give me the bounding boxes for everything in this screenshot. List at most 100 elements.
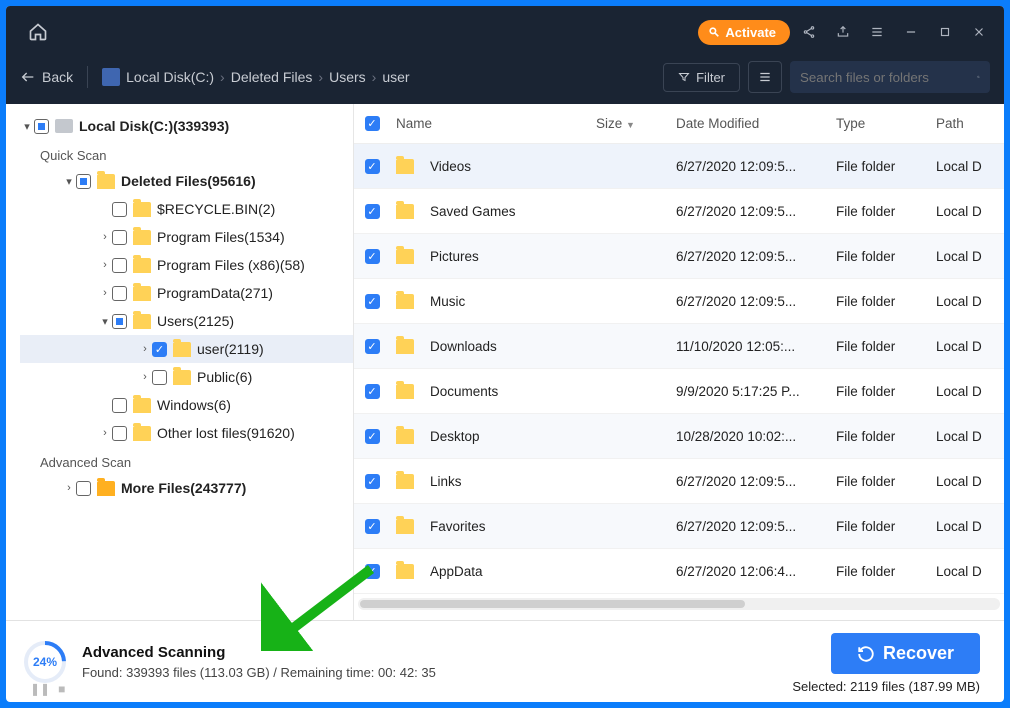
checkbox[interactable]: ✓ (365, 204, 380, 219)
maximize-button[interactable] (930, 17, 960, 47)
file-date: 6/27/2020 12:09:5... (676, 519, 836, 534)
table-row[interactable]: ✓AppData6/27/2020 12:06:4...File folderL… (354, 549, 1004, 594)
tree-deleted-files[interactable]: ▾ Deleted Files(95616) (20, 167, 353, 195)
menu-icon[interactable] (862, 17, 892, 47)
checkbox[interactable]: ✓ (365, 429, 380, 444)
table-row[interactable]: ✓ Documents 9/9/2020 5:17:25 P...File fold… (354, 369, 1004, 414)
checkbox[interactable]: ✓ (365, 564, 380, 579)
checkbox[interactable]: ✓ (152, 342, 167, 357)
checkbox[interactable]: ✓ (365, 474, 380, 489)
table-row[interactable]: ✓Links6/27/2020 12:09:5...File folderLoc… (354, 459, 1004, 504)
table-row[interactable]: ✓Videos6/27/2020 12:09:5...File folderLo… (354, 144, 1004, 189)
tree-node[interactable]: ›Program Files (x86)(58) (20, 251, 353, 279)
table-row[interactable]: ✓Favorites6/27/2020 12:09:5...File folde… (354, 504, 1004, 549)
checkbox[interactable] (112, 426, 127, 441)
checkbox[interactable]: ✓ (365, 294, 380, 309)
col-path[interactable]: Path (936, 116, 1004, 131)
search-input[interactable] (800, 70, 977, 85)
checkbox[interactable]: ✓ (365, 519, 380, 534)
checkbox[interactable] (112, 314, 127, 329)
pause-icon[interactable]: ❚❚ (30, 682, 50, 696)
checkbox[interactable] (76, 481, 91, 496)
back-button[interactable]: Back (20, 69, 73, 85)
file-date: 9/9/2020 5:17:25 P... (676, 384, 836, 399)
checkbox[interactable]: ✓ (365, 339, 380, 354)
checkbox[interactable] (152, 370, 167, 385)
tree-node[interactable]: ›Other lost files(91620) (20, 419, 353, 447)
crumb-1[interactable]: Deleted Files (231, 69, 313, 85)
crumb-0[interactable]: Local Disk(C:) (126, 69, 214, 85)
label: Windows(6) (157, 397, 231, 413)
checkbox[interactable] (112, 202, 127, 217)
checkbox[interactable] (112, 230, 127, 245)
tree-node[interactable]: ›Public(6) (20, 363, 353, 391)
horizontal-scrollbar[interactable] (358, 598, 1000, 610)
expand-icon[interactable]: › (98, 287, 112, 299)
checkbox-all[interactable]: ✓ (365, 116, 380, 131)
filter-button[interactable]: Filter (663, 63, 740, 92)
tree-user-selected[interactable]: ›✓user(2119) (20, 335, 353, 363)
folder-icon (396, 384, 414, 399)
collapse-icon[interactable]: ▾ (20, 120, 34, 133)
tree-node[interactable]: $RECYCLE.BIN(2) (20, 195, 353, 223)
folder-icon (396, 519, 414, 534)
table-row[interactable]: ✓Desktop10/28/2020 10:02:...File folderL… (354, 414, 1004, 459)
label: Program Files(1534) (157, 229, 285, 245)
tree-users[interactable]: ▾Users(2125) (20, 307, 353, 335)
recover-button[interactable]: Recover (831, 633, 980, 674)
breadcrumb[interactable]: Local Disk(C:) › Deleted Files › Users ›… (102, 68, 409, 86)
checkbox[interactable]: ✓ (365, 159, 380, 174)
col-size[interactable]: Size ▼ (596, 116, 676, 131)
file-type: File folder (836, 384, 936, 399)
expand-icon[interactable]: › (98, 427, 112, 439)
column-headers[interactable]: ✓ Name Size ▼ Date Modified Type Path (354, 104, 1004, 144)
folder-icon (396, 339, 414, 354)
checkbox[interactable] (112, 286, 127, 301)
tree-more-files[interactable]: ›More Files(243777) (20, 474, 353, 502)
checkbox[interactable] (112, 258, 127, 273)
sidebar-tree[interactable]: ▾ Local Disk(C:)(339393) Quick Scan ▾ De… (6, 104, 354, 620)
table-row[interactable]: ✓Saved Games6/27/2020 12:09:5...File fol… (354, 189, 1004, 234)
activate-button[interactable]: Activate (698, 20, 790, 45)
minimize-button[interactable] (896, 17, 926, 47)
share-icon[interactable] (794, 17, 824, 47)
collapse-icon[interactable]: ▾ (62, 175, 76, 188)
close-button[interactable] (964, 17, 994, 47)
expand-icon[interactable]: › (98, 259, 112, 271)
filter-label: Filter (696, 70, 725, 85)
stop-icon[interactable]: ■ (58, 682, 65, 696)
checkbox[interactable] (34, 119, 49, 134)
checkbox[interactable] (76, 174, 91, 189)
export-icon[interactable] (828, 17, 858, 47)
search-icon[interactable] (977, 69, 980, 85)
col-type[interactable]: Type (836, 116, 936, 131)
checkbox[interactable]: ✓ (365, 249, 380, 264)
tree-root-label: Local Disk(C:)(339393) (79, 118, 229, 134)
expand-icon[interactable]: › (98, 231, 112, 243)
collapse-icon[interactable]: ▾ (98, 315, 112, 328)
col-name[interactable]: Name (396, 116, 596, 131)
home-icon[interactable] (24, 18, 52, 46)
file-name: Documents (430, 384, 498, 399)
expand-icon[interactable]: › (62, 482, 76, 494)
tree-node[interactable]: ›ProgramData(271) (20, 279, 353, 307)
table-row[interactable]: ✓Pictures6/27/2020 12:09:5...File folder… (354, 234, 1004, 279)
file-date: 6/27/2020 12:09:5... (676, 204, 836, 219)
file-name: Links (430, 474, 462, 489)
tree-node[interactable]: › Program Files(1534) (20, 223, 353, 251)
expand-icon[interactable]: › (138, 343, 152, 355)
crumb-2[interactable]: Users (329, 69, 366, 85)
col-date[interactable]: Date Modified (676, 116, 836, 131)
viewmode-button[interactable] (748, 61, 782, 93)
file-type: File folder (836, 474, 936, 489)
tree-root[interactable]: ▾ Local Disk(C:)(339393) (20, 112, 353, 140)
table-row[interactable]: ✓Downloads11/10/2020 12:05:...File folde… (354, 324, 1004, 369)
crumb-3[interactable]: user (382, 69, 409, 85)
folder-icon (133, 314, 151, 329)
checkbox[interactable]: ✓ (365, 384, 380, 399)
table-row[interactable]: ✓Music6/27/2020 12:09:5...File folderLoc… (354, 279, 1004, 324)
tree-node[interactable]: Windows(6) (20, 391, 353, 419)
expand-icon[interactable]: › (138, 371, 152, 383)
search-box[interactable] (790, 61, 990, 93)
checkbox[interactable] (112, 398, 127, 413)
